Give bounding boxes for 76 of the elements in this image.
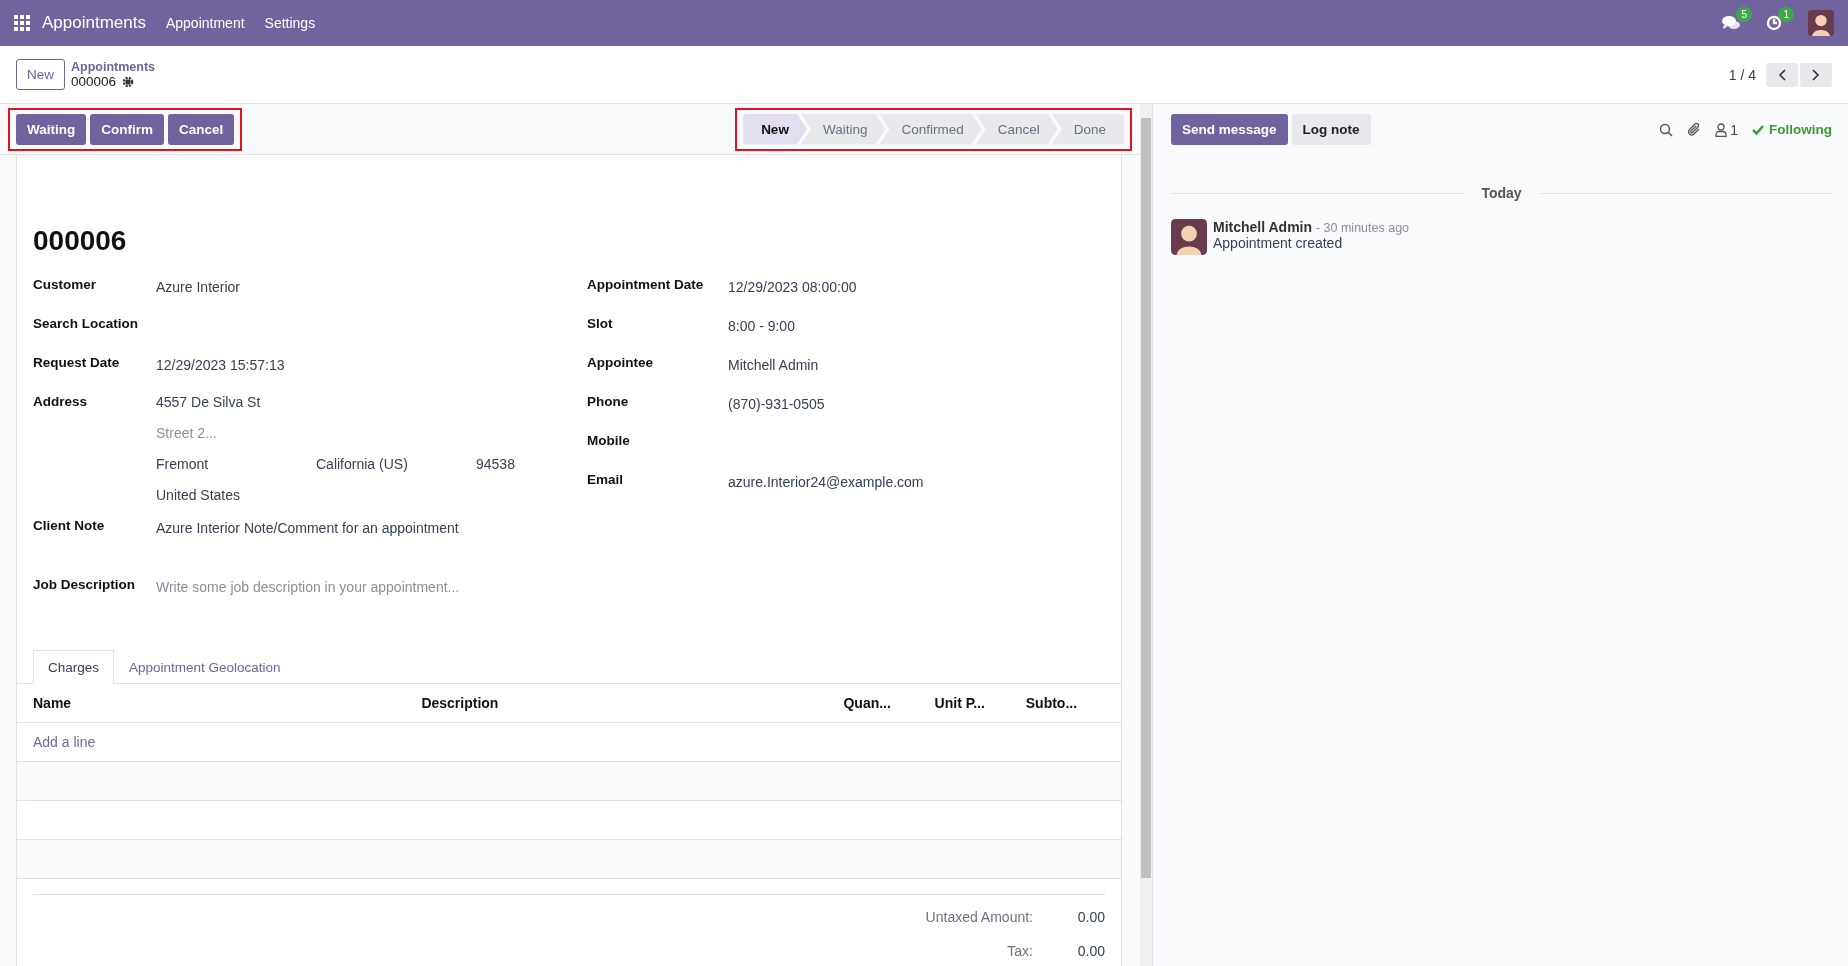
field-value[interactable]: 94538 [476, 456, 515, 487]
status-stage[interactable]: Confirmed [879, 113, 982, 145]
action-button[interactable]: Confirm [90, 113, 164, 145]
field-value[interactable]: United States [156, 487, 515, 518]
app-name[interactable]: Appointments [42, 13, 146, 33]
field-label: Slot [587, 316, 614, 333]
field-label: Appointee [587, 355, 654, 372]
field-label: Email [587, 472, 625, 489]
date-separator: Today [1481, 185, 1522, 201]
field-value[interactable]: California (US) [316, 456, 476, 487]
log-note-button[interactable]: Log note [1291, 114, 1371, 145]
record-title: 000006 [33, 224, 128, 258]
search-icon[interactable] [1659, 122, 1674, 137]
message-body: Appointment created [1213, 235, 1344, 251]
field-label: Request Date [33, 355, 121, 372]
status-stage[interactable]: Done [1051, 113, 1124, 145]
field-value[interactable]: Fremont [156, 456, 316, 487]
app-grid-icon[interactable] [14, 15, 30, 31]
field-label: Address [33, 394, 89, 411]
field-label: Phone [587, 394, 630, 411]
check-icon [1752, 124, 1764, 135]
field-value[interactable]: azure.Interior24@example.com [728, 472, 924, 511]
add-line-link[interactable]: Add a line [33, 734, 96, 750]
field-value[interactable]: 4557 De Silva St [156, 394, 515, 425]
menu-item[interactable]: Settings [264, 15, 316, 31]
record-name: 000006 [71, 74, 117, 89]
chevron-left-icon [1778, 68, 1786, 81]
tab[interactable]: Appointment Geolocation [114, 650, 296, 684]
total-label: Tax: [1007, 943, 1033, 959]
message-count-badge: 5 [1736, 7, 1752, 22]
field-label: Appointment Date [587, 277, 705, 294]
status-stage[interactable]: New [743, 113, 807, 145]
chevron-right-icon [1812, 68, 1820, 81]
follower-count[interactable]: 1 [1730, 121, 1738, 138]
column-header[interactable]: Subto... [1025, 695, 1105, 711]
avatar-icon[interactable] [1808, 10, 1834, 36]
message-time: - 30 minutes ago [1315, 221, 1410, 235]
column-header[interactable]: Unit P... [934, 695, 1026, 711]
send-message-button[interactable]: Send message [1171, 114, 1288, 145]
action-button[interactable]: Waiting [16, 113, 87, 145]
field-value[interactable]: (870)-931-0505 [728, 394, 825, 433]
menu-item[interactable]: Appointment [165, 15, 245, 31]
breadcrumb-link[interactable]: Appointments [71, 60, 156, 74]
previous-button[interactable] [1766, 62, 1798, 87]
activity-count-badge: 1 [1778, 7, 1794, 22]
field-value[interactable]: Mitchell Admin [728, 355, 819, 394]
field-value[interactable]: 8:00 - 9:00 [728, 316, 795, 355]
status-stage[interactable]: Cancel [975, 113, 1058, 145]
total-value: 0.00 [1076, 943, 1105, 959]
chat-icon[interactable] [1722, 15, 1740, 31]
column-header[interactable]: Description [421, 695, 844, 711]
status-stage[interactable]: Waiting [800, 113, 886, 145]
total-value: 0.00 [1076, 909, 1105, 925]
field-label: Customer [33, 277, 97, 294]
column-header[interactable]: Quan... [843, 695, 935, 711]
action-button[interactable]: Cancel [168, 113, 235, 145]
field-value[interactable]: 12/29/2023 08:00:00 [728, 277, 857, 316]
tab[interactable]: Charges [33, 650, 115, 684]
field-label: Job Description [33, 577, 136, 594]
total-label: Untaxed Amount: [925, 909, 1033, 925]
scrollbar[interactable] [1140, 104, 1152, 966]
avatar-icon[interactable] [1171, 219, 1207, 255]
new-button[interactable]: New [16, 59, 65, 90]
field-label: Mobile [587, 433, 631, 450]
field-value[interactable]: 12/29/2023 15:57:13 [156, 355, 285, 394]
column-header[interactable]: Name [33, 695, 422, 711]
clock-icon[interactable] [1766, 15, 1782, 31]
paperclip-icon[interactable] [1687, 122, 1702, 137]
field-label: Client Note [33, 518, 106, 535]
pager-value[interactable]: 1 / 4 [1728, 66, 1756, 83]
field-value[interactable]: Azure Interior [156, 277, 241, 316]
message-author: Mitchell Admin [1213, 219, 1313, 235]
field-value[interactable]: Azure Interior Note/Comment for an appointment [156, 518, 459, 577]
next-button[interactable] [1800, 62, 1832, 87]
field-label: Search Location [33, 316, 140, 333]
user-icon[interactable] [1715, 122, 1728, 137]
